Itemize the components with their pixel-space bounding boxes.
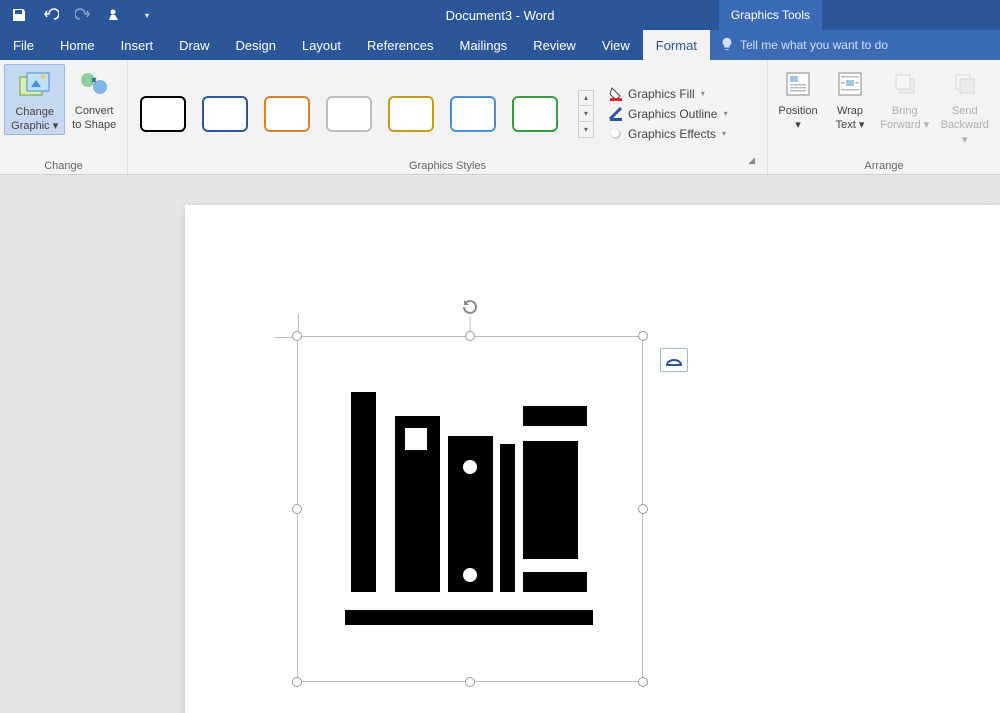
change-graphic-button[interactable]: Change Graphic ▾ (4, 64, 65, 135)
style-swatch-6[interactable] (450, 96, 496, 132)
tab-file[interactable]: File (0, 30, 47, 60)
graphics-effects-button[interactable]: Graphics Effects ▾ (608, 126, 728, 142)
ribbon: Change Graphic ▾ Convert to Shape Change (0, 60, 1000, 175)
tab-design[interactable]: Design (223, 30, 289, 60)
quick-access-toolbar: ▾ (0, 6, 156, 24)
effects-icon (608, 126, 624, 142)
resize-handle-l[interactable] (292, 504, 302, 514)
styles-gallery: ▴ ▾ ▾ (132, 84, 602, 138)
save-icon[interactable] (10, 6, 28, 24)
graphics-fill-button[interactable]: Graphics Fill ▾ (608, 86, 728, 102)
rotate-handle-line (470, 317, 471, 332)
tab-view[interactable]: View (589, 30, 643, 60)
position-icon (782, 68, 814, 100)
tell-me-placeholder: Tell me what you want to do (740, 38, 888, 52)
fill-icon (608, 86, 624, 102)
send-backward-button[interactable]: Send Backward ▾ (933, 64, 996, 147)
convert-to-shape-label: Convert to Shape (69, 104, 119, 133)
change-graphic-label: Change Graphic ▾ (9, 105, 60, 134)
redo-icon[interactable] (74, 6, 92, 24)
tab-draw[interactable]: Draw (166, 30, 222, 60)
group-arrange-label: Arrange (772, 157, 996, 174)
titlebar: ▾ Document3 - Word Graphics Tools (0, 0, 1000, 30)
style-swatch-5[interactable] (388, 96, 434, 132)
graphics-menu: Graphics Fill ▾ Graphics Outline ▾ Graph… (602, 80, 734, 142)
tab-insert[interactable]: Insert (108, 30, 167, 60)
wrap-text-icon (834, 68, 866, 100)
tab-format[interactable]: Format (643, 30, 710, 60)
layout-options-button[interactable] (660, 348, 688, 372)
convert-to-shape-icon (78, 68, 110, 100)
undo-icon[interactable] (42, 6, 60, 24)
tab-references[interactable]: References (354, 30, 446, 60)
resize-handle-tl[interactable] (292, 331, 302, 341)
rotate-handle-icon[interactable] (460, 297, 480, 317)
bring-forward-icon (889, 68, 921, 100)
tab-review[interactable]: Review (520, 30, 589, 60)
tab-mailings[interactable]: Mailings (447, 30, 521, 60)
group-styles-label: Graphics Styles (409, 160, 486, 172)
bring-forward-button[interactable]: Bring Forward ▾ (876, 64, 933, 133)
inserted-graphic-books-icon[interactable] (345, 386, 595, 646)
style-swatch-4[interactable] (326, 96, 372, 132)
resize-handle-tr[interactable] (638, 331, 648, 341)
gallery-scroll: ▴ ▾ ▾ (578, 90, 594, 138)
group-arrange: Position▾ Wrap Text ▾ Bring Forward ▾ Se… (768, 60, 1000, 174)
change-graphic-icon (19, 69, 51, 101)
style-swatch-1[interactable] (140, 96, 186, 132)
convert-to-shape-button[interactable]: Convert to Shape (65, 64, 123, 133)
resize-handle-r[interactable] (638, 504, 648, 514)
styles-dialog-launcher-icon[interactable]: ◢ (748, 155, 759, 166)
style-swatch-7[interactable] (512, 96, 558, 132)
tab-layout[interactable]: Layout (289, 30, 354, 60)
gallery-up-icon[interactable]: ▴ (579, 91, 593, 107)
ribbon-tabs: File Home Insert Draw Design Layout Refe… (0, 30, 1000, 60)
outline-icon (608, 106, 624, 122)
touch-mode-icon[interactable] (106, 6, 124, 24)
style-swatch-2[interactable] (202, 96, 248, 132)
document-title: Document3 - Word (446, 8, 555, 23)
gallery-down-icon[interactable]: ▾ (579, 106, 593, 122)
wrap-text-button[interactable]: Wrap Text ▾ (824, 64, 876, 133)
resize-handle-t[interactable] (465, 331, 475, 341)
qat-customize-icon[interactable]: ▾ (138, 6, 156, 24)
contextual-tab-label: Graphics Tools (719, 0, 822, 30)
lightbulb-icon (720, 37, 734, 54)
send-backward-icon (949, 68, 981, 100)
position-button[interactable]: Position▾ (772, 64, 824, 133)
group-change: Change Graphic ▾ Convert to Shape Change (0, 60, 128, 174)
resize-handle-b[interactable] (465, 677, 475, 687)
tell-me-search[interactable]: Tell me what you want to do (710, 30, 1000, 60)
style-swatch-3[interactable] (264, 96, 310, 132)
resize-handle-bl[interactable] (292, 677, 302, 687)
gallery-more-icon[interactable]: ▾ (579, 122, 593, 137)
graphics-outline-button[interactable]: Graphics Outline ▾ (608, 106, 728, 122)
tab-home[interactable]: Home (47, 30, 108, 60)
group-graphics-styles: ▴ ▾ ▾ Graphics Fill ▾ Graphics Outline ▾… (128, 60, 768, 174)
resize-handle-br[interactable] (638, 677, 648, 687)
group-change-label: Change (4, 157, 123, 174)
